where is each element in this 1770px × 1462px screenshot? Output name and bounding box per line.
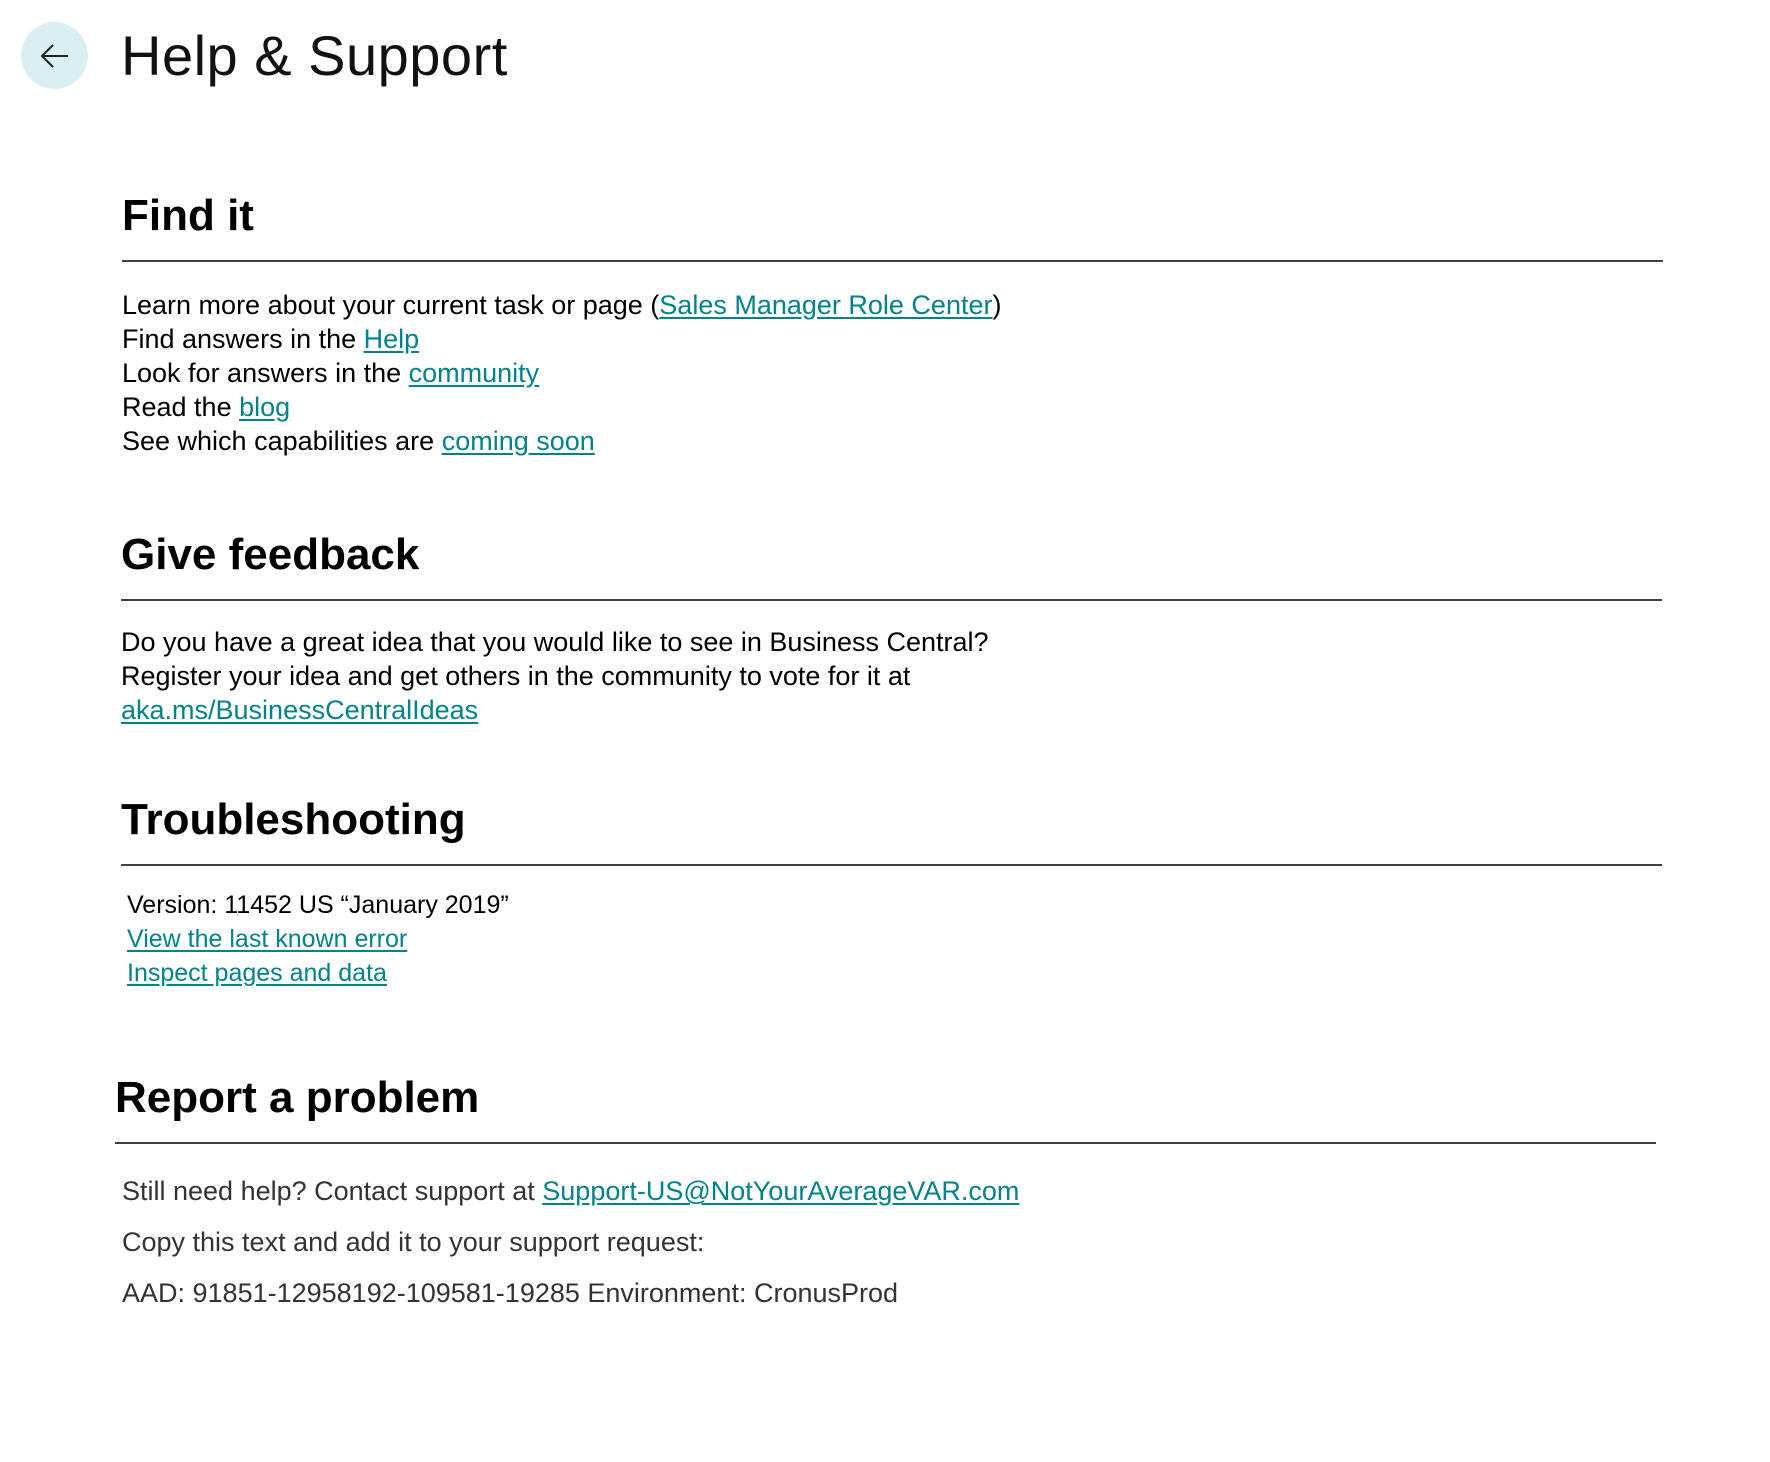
section-divider xyxy=(121,599,1662,601)
back-button[interactable] xyxy=(21,22,88,89)
sales-manager-role-center-link[interactable]: Sales Manager Role Center xyxy=(659,290,992,320)
feedback-line: aka.ms/BusinessCentralIdeas xyxy=(121,693,1662,727)
find-it-line-help: Find answers in the Help xyxy=(122,322,1663,356)
section-divider xyxy=(122,260,1663,262)
troubleshooting-line: Inspect pages and data xyxy=(127,956,1662,990)
find-it-section: Find it Learn more about your current ta… xyxy=(122,188,1663,458)
report-problem-section: Report a problem Still need help? Contac… xyxy=(115,1070,1656,1319)
give-feedback-heading: Give feedback xyxy=(121,530,420,579)
aad-environment-text: AAD: 91851-12958192-109581-19285 Environ… xyxy=(122,1278,899,1308)
view-last-error-link[interactable]: View the last known error xyxy=(127,925,407,953)
troubleshooting-list: Version: 11452 US “January 2019” View th… xyxy=(121,888,1662,990)
line-text: Find answers in the xyxy=(122,324,364,354)
find-it-line-blog: Read the blog xyxy=(122,390,1663,424)
line-text: See which capabilities are xyxy=(122,426,442,456)
copy-instructions: Copy this text and add it to your suppor… xyxy=(122,1227,705,1257)
find-it-line-task: Learn more about your current task or pa… xyxy=(122,288,1663,322)
line-text: Read the xyxy=(122,392,240,422)
help-link[interactable]: Help xyxy=(364,324,420,354)
feedback-line: Do you have a great idea that you would … xyxy=(121,627,989,657)
troubleshooting-line: View the last known error xyxy=(127,922,1662,956)
report-problem-heading: Report a problem xyxy=(115,1073,480,1122)
coming-soon-link[interactable]: coming soon xyxy=(442,426,595,456)
troubleshooting-section: Troubleshooting Version: 11452 US “Janua… xyxy=(121,792,1662,990)
give-feedback-text: Do you have a great idea that you would … xyxy=(121,625,1662,727)
give-feedback-section: Give feedback Do you have a great idea t… xyxy=(121,527,1662,727)
section-divider xyxy=(115,1142,1656,1144)
line-text: Still need help? Contact support at xyxy=(122,1176,543,1206)
troubleshooting-heading: Troubleshooting xyxy=(121,795,466,844)
section-divider xyxy=(121,864,1662,866)
community-link[interactable]: community xyxy=(409,358,540,388)
page-title: Help & Support xyxy=(121,24,508,87)
arrow-left-icon xyxy=(40,43,68,68)
line-text: Look for answers in the xyxy=(122,358,409,388)
blog-link[interactable]: blog xyxy=(239,392,290,422)
inspect-pages-link[interactable]: Inspect pages and data xyxy=(127,959,387,987)
contact-support-line: Still need help? Contact support at Supp… xyxy=(122,1166,1656,1217)
support-email-link[interactable]: Support-US@NotYourAverageVAR.com xyxy=(542,1176,1019,1206)
find-it-heading: Find it xyxy=(122,191,254,240)
business-central-ideas-link[interactable]: aka.ms/BusinessCentralIdeas xyxy=(121,695,478,725)
version-text: Version: 11452 US “January 2019” xyxy=(127,891,509,919)
find-it-list: Learn more about your current task or pa… xyxy=(122,288,1663,458)
report-problem-text: Still need help? Contact support at Supp… xyxy=(115,1166,1656,1319)
find-it-line-community: Look for answers in the community xyxy=(122,356,1663,390)
line-text: Learn more about your current task or pa… xyxy=(122,290,660,320)
line-text: ) xyxy=(992,290,1002,320)
feedback-line: Register your idea and get others in the… xyxy=(121,661,911,691)
find-it-line-coming-soon: See which capabilities are coming soon xyxy=(122,424,1663,458)
